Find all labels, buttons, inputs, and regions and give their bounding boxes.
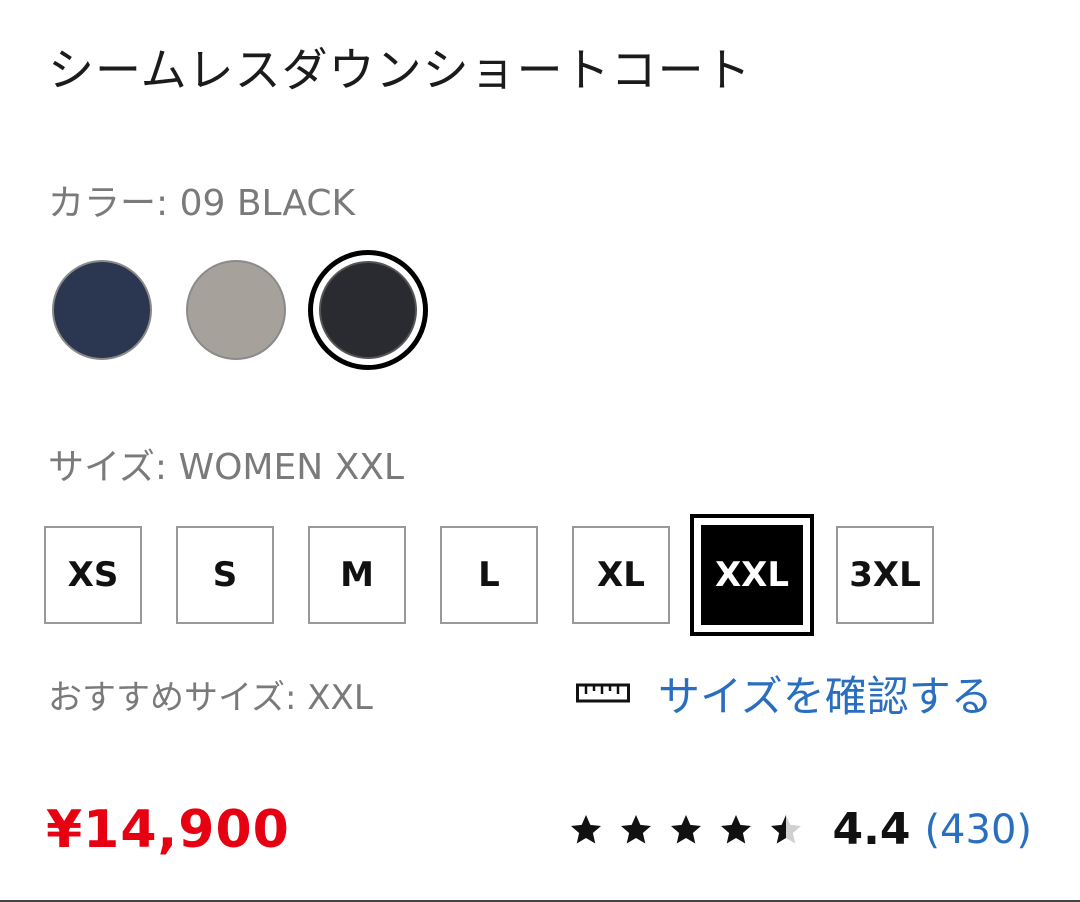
size-m-button[interactable]: M <box>308 526 406 624</box>
size-label: サイズ: WOMEN XXL <box>48 447 404 488</box>
size-xxl-label: XXL <box>701 525 803 625</box>
star-full-icon <box>571 814 602 843</box>
swatch-gray[interactable] <box>186 260 286 360</box>
swatch-black-fill <box>319 261 417 359</box>
star-full-icon <box>721 814 752 843</box>
swatch-navy[interactable] <box>52 260 152 360</box>
size-l-button[interactable]: L <box>440 526 538 624</box>
ruler-icon <box>576 683 630 703</box>
size-check-link-text: サイズを確認する <box>658 671 993 721</box>
swatch-black-selected[interactable] <box>308 250 428 370</box>
star-full-icon <box>671 814 702 843</box>
color-label: カラー: 09 BLACK <box>48 183 356 224</box>
rating-value: 4.4 <box>832 804 911 855</box>
size-xxl-button-selected[interactable]: XXL <box>690 514 814 636</box>
size-xl-button[interactable]: XL <box>572 526 670 624</box>
size-options: XS S M L XL XXL 3XL <box>44 514 1044 636</box>
rating-count[interactable]: (430) <box>924 807 1032 853</box>
product-title: シームレスダウンショートコート <box>48 43 752 97</box>
size-check-link[interactable]: サイズを確認する <box>576 668 993 721</box>
rating-stars <box>568 812 818 848</box>
size-s-button[interactable]: S <box>176 526 274 624</box>
price: ¥14,900 <box>46 800 290 860</box>
rating[interactable]: 4.4 (430) <box>568 804 1032 855</box>
star-half-icon <box>771 814 802 843</box>
recommended-size-label: おすすめサイズ: XXL <box>48 678 373 718</box>
size-xs-button[interactable]: XS <box>44 526 142 624</box>
color-swatches <box>52 250 452 370</box>
size-3xl-button[interactable]: 3XL <box>836 526 934 624</box>
star-full-icon <box>621 814 652 843</box>
